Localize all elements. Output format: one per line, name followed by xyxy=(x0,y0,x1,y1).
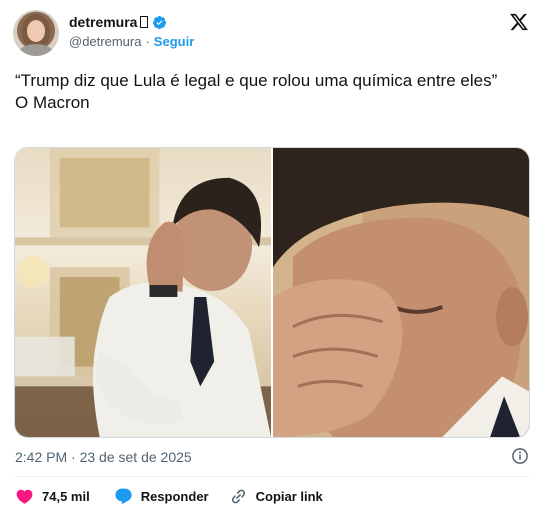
photo-right-illustration xyxy=(273,148,529,437)
tweet-card: detremura @detremura · Seguir “Trump diz… xyxy=(0,0,544,519)
media-grid xyxy=(14,147,530,438)
tweet-text-line-1: “Trump diz que Lula é legal e que rolou … xyxy=(15,71,498,90)
tweet-header: detremura @detremura · Seguir xyxy=(13,10,532,56)
author-handle[interactable]: @detremura xyxy=(69,34,141,49)
separator: · xyxy=(145,34,150,49)
name-row: detremura xyxy=(69,13,194,31)
author-display-name[interactable]: detremura xyxy=(69,14,137,30)
reply-button[interactable]: Responder xyxy=(114,487,209,506)
link-icon xyxy=(231,489,245,503)
copy-link-button[interactable]: Copiar link xyxy=(229,487,323,506)
reply-label: Responder xyxy=(140,488,209,504)
tweet-text: “Trump diz que Lula é legal e que rolou … xyxy=(15,70,525,114)
action-bar: 74,5 mil Responder Copiar link xyxy=(15,484,343,508)
heart-icon xyxy=(16,489,33,504)
tweet-text-line-2: O Macron xyxy=(15,93,90,112)
copy-link-label: Copiar link xyxy=(255,488,323,504)
like-count: 74,5 mil xyxy=(42,488,90,504)
author-block: detremura @detremura · Seguir xyxy=(69,10,194,49)
photo-left[interactable] xyxy=(15,148,271,437)
follow-button[interactable]: Seguir xyxy=(154,34,194,49)
like-button[interactable]: 74,5 mil xyxy=(15,487,90,506)
tweet-timestamp[interactable]: 2:42 PM · 23 de set de 2025 xyxy=(15,449,192,465)
x-logo-icon[interactable] xyxy=(509,12,529,32)
photo-left-illustration xyxy=(15,148,271,437)
info-icon[interactable] xyxy=(511,447,529,465)
divider xyxy=(15,476,529,477)
handle-row: @detremura · Seguir xyxy=(69,34,194,49)
verified-badge-icon xyxy=(153,15,167,29)
speech-bubble-icon xyxy=(115,488,132,504)
photo-right[interactable] xyxy=(273,148,529,437)
avatar[interactable] xyxy=(13,10,59,56)
missing-glyph-icon xyxy=(140,16,149,28)
